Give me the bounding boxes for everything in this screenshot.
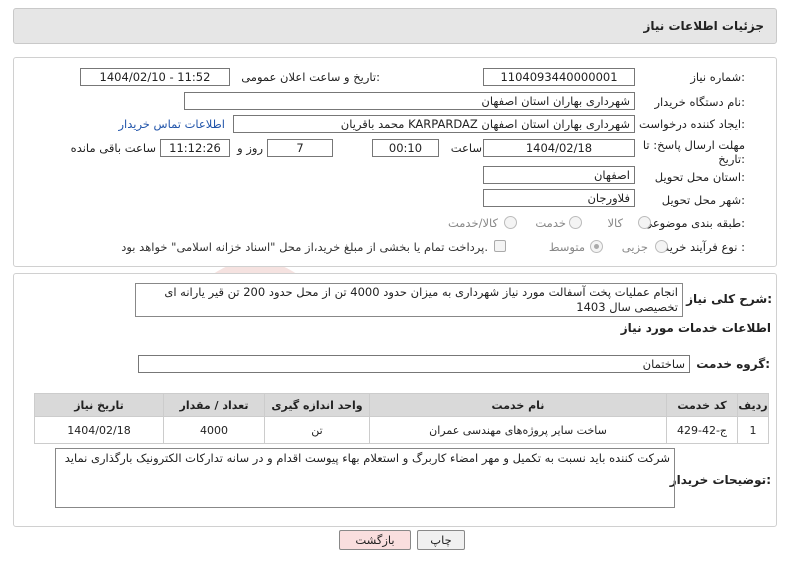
province-field[interactable]: اصفهان <box>483 166 635 184</box>
deadline-time-field[interactable]: 00:10 <box>372 139 439 157</box>
category-goods-label: کالا <box>607 216 623 230</box>
back-button[interactable]: بازگشت <box>339 530 411 550</box>
category-label: طبقه بندی موضوعی: <box>643 216 745 230</box>
requester-field[interactable]: محمد باقریان KARPARDAZ شهرداری بهاران اس… <box>233 115 635 133</box>
cell-name: ساخت سایر پروژه‌های مهندسی عمران <box>369 416 667 444</box>
col-unit: واحد اندازه گیری <box>264 393 370 417</box>
category-both-label: کالا/خدمت <box>447 216 498 230</box>
page-header: جزئیات اطلاعات نیاز <box>13 8 777 44</box>
process-minor-label: جزیی <box>621 240 648 254</box>
page-title: جزئیات اطلاعات نیاز <box>643 19 764 33</box>
province-label: استان محل تحویل: <box>654 170 745 184</box>
category-service-radio[interactable] <box>569 216 582 229</box>
cell-row: 1 <box>737 416 769 444</box>
process-label: نوع فرآیند خرید : <box>663 240 745 254</box>
col-qty: تعداد / مقدار <box>163 393 265 417</box>
category-goods-radio[interactable] <box>638 216 651 229</box>
city-field[interactable]: فلاورجان <box>483 189 635 207</box>
col-code: کد خدمت <box>666 393 738 417</box>
announce-field[interactable]: 1404/02/10 - 11:52 <box>80 68 230 86</box>
need-number-label: شماره نیاز: <box>690 70 745 84</box>
cell-date: 1404/02/18 <box>34 416 164 444</box>
summary-label: شرح کلی نیاز: <box>686 292 772 306</box>
service-group-field[interactable]: ساختمان <box>138 355 690 373</box>
process-medium-radio[interactable] <box>590 240 603 253</box>
treasury-payment-checkbox[interactable] <box>494 240 506 252</box>
buyer-notes-textarea[interactable]: شرکت کننده باید نسبت به تکمیل و مهر امضا… <box>55 448 675 508</box>
cell-code: ج-42-429 <box>666 416 738 444</box>
buyer-org-label: نام دستگاه خریدار: <box>654 95 745 109</box>
category-both-radio[interactable] <box>504 216 517 229</box>
deadline-label: مهلت ارسال پاسخ: تا تاریخ: <box>642 138 745 166</box>
table-row: 1 ج-42-429 ساخت سایر پروژه‌های مهندسی عم… <box>34 416 769 444</box>
buyer-notes-label: توضیحات خریدار: <box>669 473 771 487</box>
cell-unit: تن <box>264 416 370 444</box>
col-date: تاریخ نیاز <box>34 393 164 417</box>
process-medium-label: متوسط <box>548 240 585 254</box>
treasury-payment-note: پرداخت تمام یا بخشی از مبلغ خرید،از محل … <box>121 240 488 254</box>
announce-label: تاریخ و ساعت اعلان عمومی: <box>241 70 380 84</box>
days-field[interactable]: 7 <box>267 139 333 157</box>
col-row: ردیف <box>737 393 769 417</box>
col-name: نام خدمت <box>369 393 667 417</box>
deadline-date-field[interactable]: 1404/02/18 <box>483 139 635 157</box>
days-label: روز و <box>237 141 263 155</box>
need-number-field[interactable]: 1104093440000001 <box>483 68 635 86</box>
contact-info-link[interactable]: اطلاعات تماس خریدار <box>118 117 225 131</box>
services-section-title: اطلاعات خدمات مورد نیاز <box>620 321 771 335</box>
city-label: شهر محل تحویل: <box>661 193 745 207</box>
buyer-org-field[interactable]: شهرداری بهاران استان اصفهان <box>184 92 635 110</box>
cell-qty: 4000 <box>163 416 265 444</box>
remaining-label: ساعت باقی مانده <box>70 141 156 155</box>
summary-textarea[interactable]: انجام عملیات پخت آسفالت مورد نیاز شهردار… <box>135 283 683 317</box>
services-table: ردیف کد خدمت نام خدمت واحد اندازه گیری ت… <box>34 393 769 444</box>
print-button[interactable]: چاپ <box>417 530 465 550</box>
services-table-header: ردیف کد خدمت نام خدمت واحد اندازه گیری ت… <box>34 393 769 417</box>
requester-label: ایجاد کننده درخواست: <box>639 117 745 131</box>
deadline-time-label: ساعت <box>450 141 482 155</box>
service-group-label: گروه خدمت: <box>696 357 770 371</box>
process-minor-radio[interactable] <box>655 240 668 253</box>
remaining-time-field: 11:12:26 <box>160 139 230 157</box>
category-service-label: خدمت <box>535 216 566 230</box>
